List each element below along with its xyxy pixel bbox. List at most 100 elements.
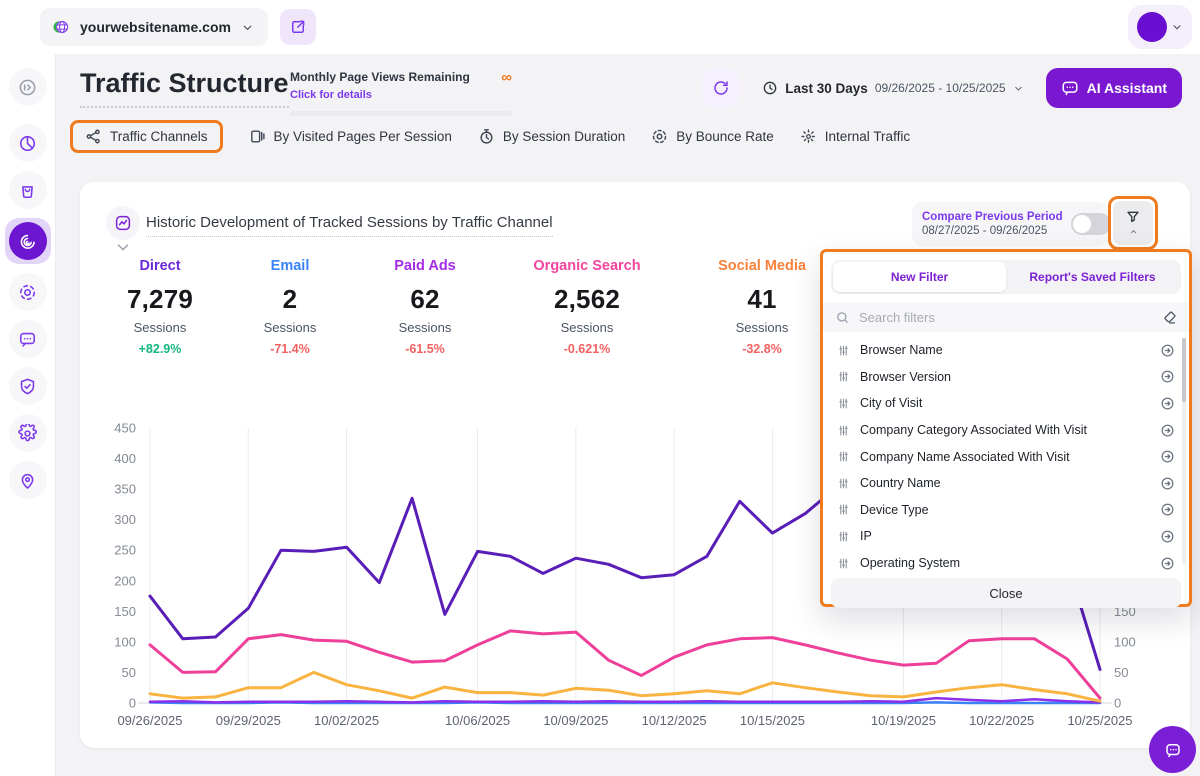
stat-channel-name[interactable]: Direct bbox=[104, 258, 216, 274]
monthly-progress-bar bbox=[290, 111, 512, 116]
compare-toggle[interactable] bbox=[1071, 213, 1111, 235]
chevron-down-icon bbox=[1013, 83, 1024, 94]
filter-button[interactable] bbox=[1113, 201, 1153, 245]
chat-icon bbox=[18, 330, 37, 349]
filter-item-city-of-visit[interactable]: City of Visit bbox=[823, 390, 1189, 417]
user-menu[interactable] bbox=[1128, 5, 1192, 49]
filter-item-country-name[interactable]: Country Name bbox=[823, 470, 1189, 497]
sidebar-item-chat[interactable] bbox=[9, 320, 47, 358]
tab-traffic-channels[interactable]: Traffic Channels bbox=[85, 128, 208, 145]
close-button[interactable]: Close bbox=[831, 578, 1181, 608]
tab-by-bounce-rate[interactable]: By Bounce Rate bbox=[651, 128, 774, 145]
x-axis-label: 09/29/2025 bbox=[216, 713, 281, 728]
bounce-rate-icon bbox=[651, 128, 668, 145]
arrow-circle-icon[interactable] bbox=[1160, 369, 1175, 384]
arrow-circle-icon[interactable] bbox=[1160, 476, 1175, 491]
stat-sessions-unit: Sessions bbox=[234, 320, 346, 335]
tab-label: Internal Traffic bbox=[825, 129, 910, 144]
eraser-icon[interactable] bbox=[1162, 310, 1177, 325]
sidebar-item-orders-bag[interactable] bbox=[9, 171, 47, 209]
globe-icon bbox=[52, 18, 70, 36]
y-axis-label-left: 450 bbox=[114, 421, 136, 436]
filter-item-operating-system[interactable]: Operating System bbox=[823, 550, 1189, 570]
ai-assistant-label: AI Assistant bbox=[1087, 80, 1167, 96]
arrow-circle-icon[interactable] bbox=[1160, 343, 1175, 358]
tab-label: By Visited Pages Per Session bbox=[274, 129, 452, 144]
filter-list: Browser Name Browser Version City of Visit… bbox=[823, 332, 1189, 570]
open-website-button[interactable] bbox=[280, 9, 316, 45]
tab-internal-traffic[interactable]: Internal Traffic bbox=[800, 128, 910, 145]
arrow-circle-icon[interactable] bbox=[1160, 449, 1175, 464]
click-for-details-link[interactable]: Click for details bbox=[290, 89, 372, 101]
sidebar-item-shield-check[interactable] bbox=[9, 367, 47, 405]
stat-social-media: Social Media41Sessions-32.8% bbox=[706, 258, 818, 356]
filter-item-label: Country Name bbox=[860, 476, 941, 490]
filter-item-company-name-associated-with-visit[interactable]: Company Name Associated With Visit bbox=[823, 443, 1189, 470]
tab-new-filter[interactable]: New Filter bbox=[833, 262, 1006, 292]
report-tabs: Traffic Channels By Visited Pages Per Ses… bbox=[70, 120, 936, 153]
search-filters-input[interactable] bbox=[859, 310, 1153, 325]
filter-item-ip[interactable]: IP bbox=[823, 523, 1189, 550]
filter-item-label: City of Visit bbox=[860, 396, 922, 410]
support-chat-button[interactable] bbox=[1149, 726, 1196, 773]
stat-delta: +82.9% bbox=[104, 342, 216, 356]
filter-list-scrollbar[interactable] bbox=[1182, 338, 1186, 564]
stat-channel-name[interactable]: Organic Search bbox=[531, 258, 643, 274]
stat-channel-name[interactable]: Email bbox=[234, 258, 346, 274]
sidebar-item-location-pin[interactable] bbox=[9, 461, 47, 499]
sidebar-item-pie-chart[interactable] bbox=[9, 124, 47, 162]
stat-channel-name[interactable]: Paid Ads bbox=[369, 258, 481, 274]
filter-item-company-category-associated-with-visit[interactable]: Company Category Associated With Visit bbox=[823, 417, 1189, 444]
avatar bbox=[1137, 12, 1167, 42]
y-axis-label-left: 400 bbox=[114, 451, 136, 466]
y-axis-label-left: 300 bbox=[114, 512, 136, 527]
chart-type-button[interactable] bbox=[106, 206, 140, 240]
arrow-circle-icon[interactable] bbox=[1160, 502, 1175, 517]
x-axis-label: 10/22/2025 bbox=[969, 713, 1034, 728]
refresh-button[interactable] bbox=[702, 69, 740, 107]
sidebar-item-sessions-radar[interactable] bbox=[5, 218, 51, 264]
filter-item-label: Browser Version bbox=[860, 370, 951, 384]
line-chart-icon bbox=[114, 214, 132, 232]
sidebar-item-focus-target[interactable] bbox=[9, 273, 47, 311]
scrollbar-thumb[interactable] bbox=[1182, 338, 1186, 402]
orders-bag-icon bbox=[18, 181, 37, 200]
header-actions: Last 30 Days 09/26/2025 - 10/25/2025 AI … bbox=[702, 68, 1182, 108]
stat-delta: -0.621% bbox=[531, 342, 643, 356]
chat-bubble-icon bbox=[1164, 741, 1182, 759]
sessions-radar-icon bbox=[9, 222, 47, 260]
arrow-circle-icon[interactable] bbox=[1160, 556, 1175, 570]
y-axis-label-left: 0 bbox=[129, 696, 136, 711]
y-axis-label-left: 150 bbox=[114, 604, 136, 619]
stat-sessions-value: 62 bbox=[369, 284, 481, 315]
y-axis-label-left: 200 bbox=[114, 573, 136, 588]
sidebar-item-collapse[interactable] bbox=[9, 68, 47, 106]
date-preset-label: Last 30 Days bbox=[785, 81, 868, 96]
filter-item-device-type[interactable]: Device Type bbox=[823, 497, 1189, 524]
tab-label: Traffic Channels bbox=[110, 129, 208, 144]
tab-label: By Bounce Rate bbox=[676, 129, 774, 144]
app-root: { "topbar": { "website": "yourwebsitenam… bbox=[0, 0, 1200, 776]
date-range-picker[interactable]: Last 30 Days 09/26/2025 - 10/25/2025 bbox=[750, 68, 1035, 108]
arrow-circle-icon[interactable] bbox=[1160, 423, 1175, 438]
arrow-circle-icon[interactable] bbox=[1160, 529, 1175, 544]
page-title: Traffic Structure bbox=[80, 68, 289, 108]
arrow-circle-icon[interactable] bbox=[1160, 396, 1175, 411]
stat-channel-name[interactable]: Social Media bbox=[706, 258, 818, 274]
x-axis-label: 10/15/2025 bbox=[740, 713, 805, 728]
stat-sessions-unit: Sessions bbox=[706, 320, 818, 335]
filter-highlight-box bbox=[1108, 196, 1158, 250]
ai-assistant-button[interactable]: AI Assistant bbox=[1046, 68, 1182, 108]
monthly-page-views-label: Monthly Page Views Remaining bbox=[290, 70, 470, 84]
tab-by-session-duration[interactable]: By Session Duration bbox=[478, 128, 625, 145]
website-selector[interactable]: yourwebsitename.com bbox=[40, 8, 268, 46]
filter-item-browser-name[interactable]: Browser Name bbox=[823, 337, 1189, 364]
filter-item-browser-version[interactable]: Browser Version bbox=[823, 364, 1189, 391]
tab-by-visited-pages-per-session[interactable]: By Visited Pages Per Session bbox=[249, 128, 452, 145]
tab-reports-saved-filters[interactable]: Report's Saved Filters bbox=[1006, 262, 1179, 292]
sidebar-item-settings-gear[interactable] bbox=[9, 414, 47, 452]
sidebar bbox=[0, 54, 56, 776]
sliders-icon bbox=[837, 530, 850, 543]
pie-chart-icon bbox=[18, 134, 37, 153]
sliders-icon bbox=[837, 477, 850, 490]
